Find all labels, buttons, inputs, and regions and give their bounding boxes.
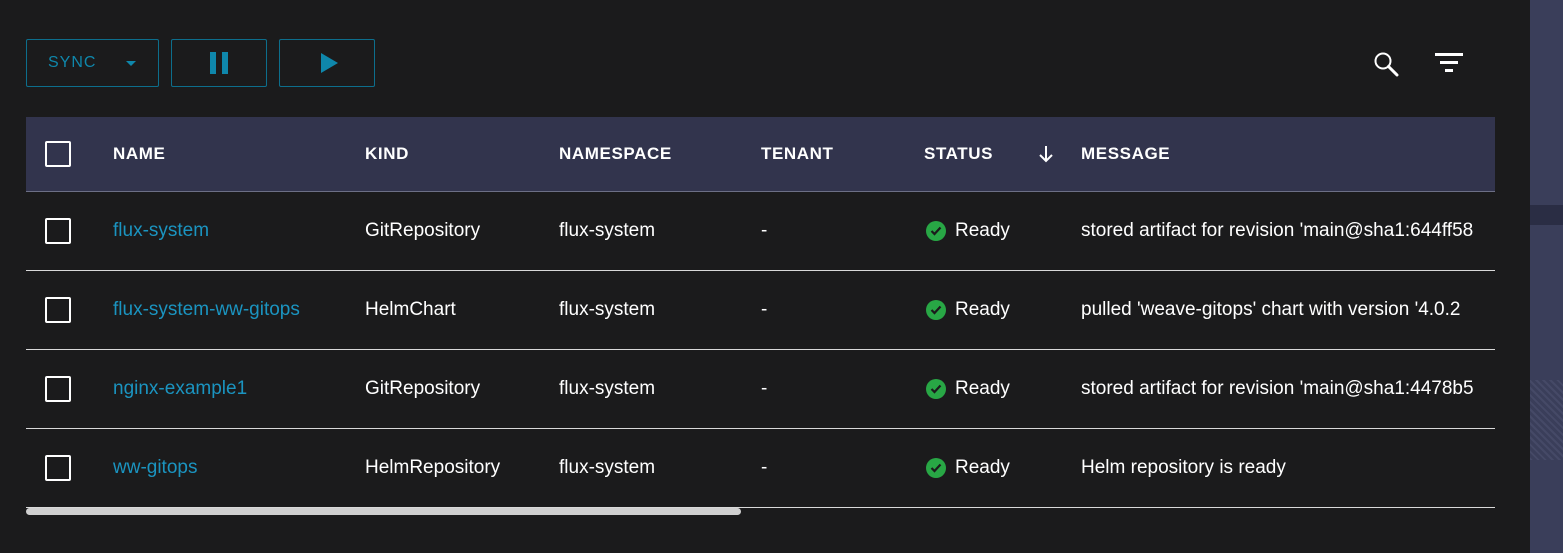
status-label: Ready (955, 220, 1010, 241)
source-kind: GitRepository (365, 378, 481, 399)
row-checkbox[interactable] (45, 297, 71, 323)
side-panel-texture (1530, 380, 1563, 460)
table-row[interactable]: nginx-example1 GitRepository flux-system… (26, 350, 1495, 429)
status-label: Ready (955, 457, 1010, 478)
search-icon[interactable] (1372, 50, 1400, 78)
column-header-message[interactable]: MESSAGE (1081, 117, 1495, 191)
source-name-link[interactable]: nginx-example1 (113, 350, 363, 428)
row-checkbox[interactable] (45, 376, 71, 402)
column-header-name[interactable]: NAME (113, 117, 363, 191)
source-message: stored artifact for revision 'main@sha1:… (1081, 378, 1474, 399)
table-row[interactable]: flux-system GitRepository flux-system - … (26, 192, 1495, 271)
column-header-tenant[interactable]: TENANT (761, 117, 911, 191)
source-status: Ready (924, 271, 1074, 349)
source-tenant: - (761, 378, 768, 399)
source-namespace: flux-system (559, 457, 656, 478)
source-tenant: - (761, 220, 768, 241)
source-name-link[interactable]: ww-gitops (113, 429, 363, 507)
side-panel-band (1530, 205, 1563, 225)
source-namespace: flux-system (559, 378, 656, 399)
source-status: Ready (924, 192, 1074, 270)
source-kind: HelmChart (365, 299, 456, 320)
source-tenant: - (761, 457, 768, 478)
row-select-cell (45, 192, 71, 270)
filter-icon[interactable] (1435, 52, 1463, 74)
table-header: NAME KIND NAMESPACE TENANT STATUS MESSAG… (26, 117, 1495, 192)
pause-icon (210, 52, 228, 74)
status-label: Ready (955, 378, 1010, 399)
select-all-checkbox[interactable] (45, 141, 71, 167)
source-status: Ready (924, 429, 1074, 507)
chevron-down-icon[interactable] (126, 60, 137, 66)
side-panel-edge (1530, 0, 1563, 553)
table-row[interactable]: flux-system-ww-gitops HelmChart flux-sys… (26, 271, 1495, 350)
status-label: Ready (955, 299, 1010, 320)
suspend-button[interactable] (171, 39, 267, 87)
row-select-cell (45, 429, 71, 507)
check-circle-icon (926, 379, 946, 399)
horizontal-scrollbar[interactable] (26, 508, 741, 515)
select-all-cell (45, 117, 71, 191)
sync-button[interactable]: SYNC (26, 39, 159, 87)
source-namespace: flux-system (559, 220, 656, 241)
row-checkbox[interactable] (45, 455, 71, 481)
play-icon (320, 53, 338, 73)
source-tenant: - (761, 299, 768, 320)
source-message: pulled 'weave-gitops' chart with version… (1081, 299, 1461, 320)
check-circle-icon (926, 221, 946, 241)
source-name-link[interactable]: flux-system-ww-gitops (113, 271, 363, 349)
sources-table: NAME KIND NAMESPACE TENANT STATUS MESSAG… (26, 117, 1495, 508)
row-select-cell (45, 350, 71, 428)
source-message: Helm repository is ready (1081, 457, 1286, 478)
check-circle-icon (926, 300, 946, 320)
row-select-cell (45, 271, 71, 349)
toolbar: SYNC (26, 39, 375, 87)
table-row[interactable]: ww-gitops HelmRepository flux-system - R… (26, 429, 1495, 508)
check-circle-icon (926, 458, 946, 478)
sort-cell (1034, 117, 1058, 191)
column-header-kind[interactable]: KIND (365, 117, 555, 191)
source-name-link[interactable]: flux-system (113, 192, 363, 270)
source-namespace: flux-system (559, 299, 656, 320)
arrow-down-icon[interactable] (1038, 145, 1054, 163)
page: SYNC NAME KIND NAMESPACE TENANT STATUS M… (0, 0, 1563, 553)
resume-button[interactable] (279, 39, 375, 87)
row-checkbox[interactable] (45, 218, 71, 244)
sync-button-label: SYNC (48, 54, 97, 71)
source-status: Ready (924, 350, 1074, 428)
source-message: stored artifact for revision 'main@sha1:… (1081, 220, 1474, 241)
source-kind: GitRepository (365, 220, 481, 241)
column-header-namespace[interactable]: NAMESPACE (559, 117, 749, 191)
source-kind: HelmRepository (365, 457, 501, 478)
